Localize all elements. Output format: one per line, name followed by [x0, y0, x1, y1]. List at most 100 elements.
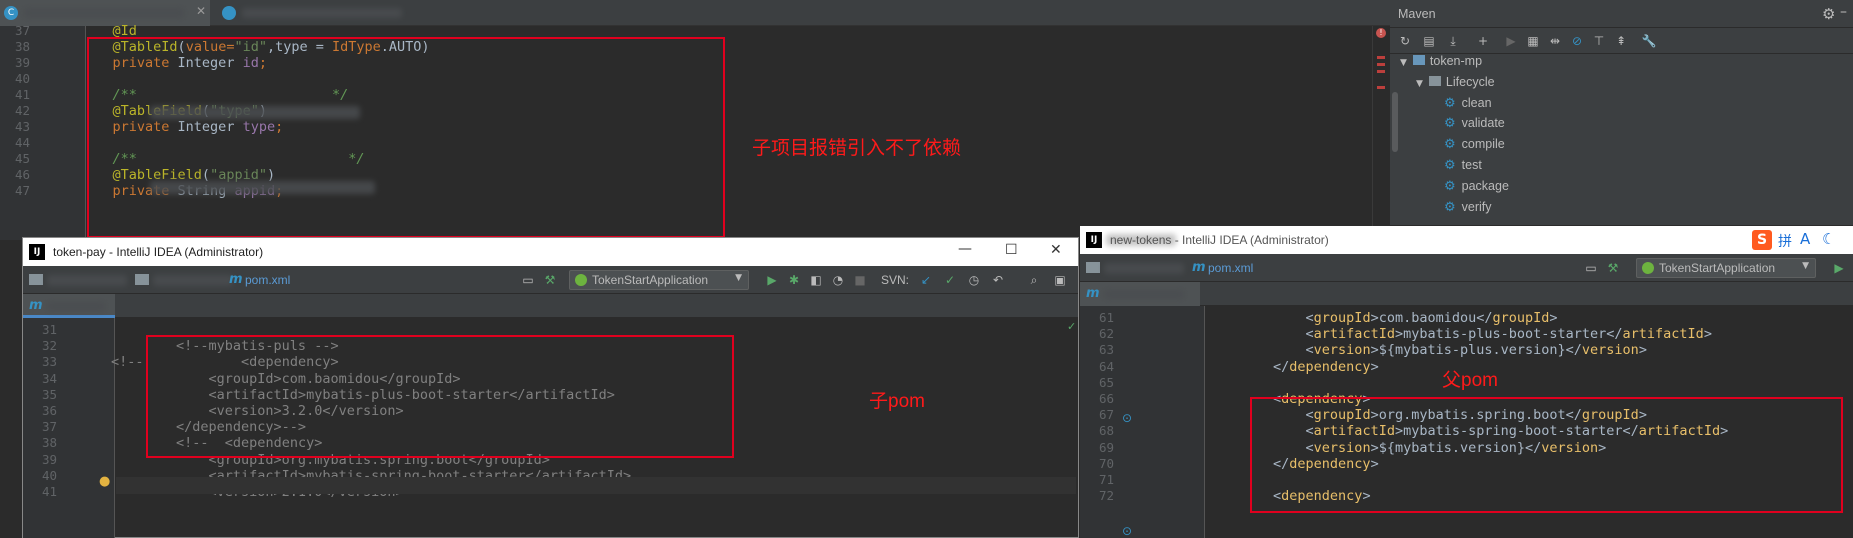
implementation-marker-icon[interactable]: ⊙	[1122, 524, 1132, 538]
right-ide-window: IJ new-tokens - IntelliJ IDEA (Administr…	[1080, 226, 1853, 538]
close-icon[interactable]: ✕	[196, 4, 206, 18]
maven-lifecycle-node[interactable]: ▼ Lifecycle	[1416, 75, 1495, 89]
run-config-select[interactable]: TokenStartApplication ▼	[1636, 258, 1816, 278]
maven-module-node[interactable]: ▼ token-mp	[1400, 54, 1482, 68]
wrench-icon[interactable]: 🔧	[1642, 34, 1657, 48]
maven-tool-window: Maven ⚙ – ↻ ▤ ⤓ + ▶ ▦ ⇹ ⊘ ⊤ ⇞ 🔧 ▼ token-m…	[1390, 0, 1853, 225]
chevron-down-icon: ▼	[735, 273, 742, 283]
plus-icon[interactable]: +	[1476, 34, 1490, 48]
tab-pom-xml[interactable]: m	[23, 294, 115, 318]
error-icon[interactable]: !	[1376, 28, 1386, 38]
line-number: 44	[14, 135, 30, 150]
font-icon[interactable]: A	[1800, 230, 1810, 248]
annotation-child-error: 子项目报错引入不了依赖	[752, 138, 962, 159]
run-config-select[interactable]: TokenStartApplication ▼	[569, 270, 749, 290]
build-hammer-icon[interactable]: ⚒	[1606, 261, 1620, 275]
implementation-marker-icon[interactable]: ⊙	[1122, 411, 1132, 425]
profile-icon[interactable]: ◔	[831, 273, 845, 287]
project-structure-icon[interactable]: ▭	[1584, 261, 1598, 275]
code-token: version	[1581, 342, 1639, 359]
code-token: >mybatis-plus-boot-starter</	[1394, 326, 1623, 343]
maven-goal-item[interactable]: ⚙ verify	[1444, 200, 1492, 215]
maven-goal-item[interactable]: ⚙ clean	[1444, 96, 1492, 111]
line-number: 68	[1098, 423, 1114, 439]
reload-icon[interactable]: ↻	[1398, 34, 1412, 48]
expand-arrow-icon[interactable]: ▼	[1416, 79, 1423, 89]
code-token: </	[1208, 358, 1290, 375]
error-mark	[1377, 86, 1385, 89]
run-icon[interactable]: ▶	[1832, 261, 1846, 275]
minimize-icon[interactable]: –	[1840, 4, 1847, 20]
close-button[interactable]: ✕	[1050, 242, 1062, 258]
chevron-down-icon: ▼	[1802, 261, 1809, 271]
left-editor-tabs: m	[23, 294, 1078, 318]
minimize-button[interactable]: —	[958, 241, 972, 257]
add-folder-icon[interactable]: ▤	[1422, 34, 1436, 48]
coverage-icon[interactable]: ◧	[809, 273, 823, 287]
build-hammer-icon[interactable]: ⚒	[543, 273, 557, 287]
svn-label: SVN:	[881, 273, 910, 287]
maven-goal-item[interactable]: ⚙ package	[1444, 179, 1509, 194]
collapse-all-icon[interactable]: ⇞	[1614, 34, 1628, 48]
maven-title: Maven	[1398, 7, 1436, 21]
tab-2-label-redacted	[242, 8, 402, 18]
run-icon[interactable]: ▶	[1504, 34, 1518, 48]
gear-icon[interactable]: ⚙	[1822, 5, 1835, 23]
breadcrumb-redacted[interactable]	[1104, 263, 1184, 274]
line-number: 32	[41, 338, 57, 354]
breadcrumb-redacted-2[interactable]	[153, 275, 233, 286]
code-line[interactable]: <artifactId>mybatis-plus-boot-starter</a…	[1208, 326, 1712, 342]
intellij-logo-icon: IJ	[1086, 232, 1102, 248]
line-number: 40	[14, 71, 30, 86]
run-icon[interactable]: ▶	[765, 273, 779, 287]
gear-icon: ⚙	[1444, 199, 1456, 215]
code-line[interactable]: <version>${mybatis-plus.version}</versio…	[1208, 342, 1647, 358]
revert-icon[interactable]: ↶	[991, 273, 1005, 287]
expand-arrow-icon[interactable]: ▼	[1400, 58, 1407, 68]
spring-icon	[575, 274, 587, 286]
show-deps-icon[interactable]: ⊤	[1592, 34, 1606, 48]
tab-2[interactable]	[212, 0, 412, 26]
check-icon: ✓	[1067, 320, 1077, 333]
code-line[interactable]: </dependency>	[1208, 359, 1379, 375]
code-token: version	[1313, 342, 1371, 359]
svn-commit-icon[interactable]: ✓	[943, 273, 957, 287]
maven-goal-item[interactable]: ⚙ test	[1444, 158, 1482, 173]
highlight-box-entity	[87, 37, 725, 238]
search-icon[interactable]: ⌕	[1027, 273, 1041, 287]
moon-icon[interactable]: ☾	[1822, 230, 1835, 248]
tab-pom-xml[interactable]: m	[1080, 282, 1200, 306]
line-number: 65	[1098, 374, 1114, 390]
breadcrumb-file[interactable]: pom.xml	[1208, 261, 1253, 275]
sogou-icon[interactable]: S	[1752, 230, 1772, 250]
maven-header: Maven ⚙ –	[1390, 0, 1853, 28]
code-line[interactable]: <groupId>com.baomidou</groupId>	[1208, 310, 1558, 326]
svn-update-icon[interactable]: ↙	[919, 273, 933, 287]
maven-goal-item[interactable]: ⚙ compile	[1444, 137, 1505, 152]
toggle-offline-icon[interactable]: ⇹	[1548, 34, 1562, 48]
stop-icon[interactable]: ■	[853, 273, 867, 287]
execute-goal-icon[interactable]: ▦	[1526, 34, 1540, 48]
breadcrumb-redacted-1[interactable]	[47, 275, 127, 286]
history-icon[interactable]: ◷	[967, 273, 981, 287]
highlight-box-child-pom	[146, 335, 734, 458]
project-structure-icon[interactable]: ▭	[521, 273, 535, 287]
ime-toolbar: S 拼 A ☾	[1750, 228, 1853, 252]
line-number: 46	[14, 167, 30, 182]
right-editor-tabs: m	[1080, 282, 1853, 306]
error-mark	[1377, 56, 1385, 59]
line-number: 63	[1098, 342, 1114, 358]
maven-module-icon	[1412, 55, 1425, 65]
layout-icon[interactable]: ▣	[1053, 273, 1067, 287]
skip-tests-icon[interactable]: ⊘	[1570, 34, 1584, 48]
maximize-button[interactable]: ☐	[1005, 242, 1018, 258]
left-titlebar: IJ token-pay - IntelliJ IDEA (Administra…	[23, 238, 1078, 266]
maven-goal-item[interactable]: ⚙ validate	[1444, 116, 1505, 131]
download-icon[interactable]: ⤓	[1446, 34, 1460, 48]
error-mark	[1377, 63, 1385, 66]
debug-icon[interactable]: ✱	[787, 273, 801, 287]
maven-scrollbar[interactable]	[1392, 92, 1398, 152]
breadcrumb-file[interactable]: pom.xml	[245, 273, 290, 287]
pinyin-icon[interactable]: 拼	[1778, 231, 1792, 251]
lightbulb-icon[interactable]: ●	[99, 474, 110, 489]
